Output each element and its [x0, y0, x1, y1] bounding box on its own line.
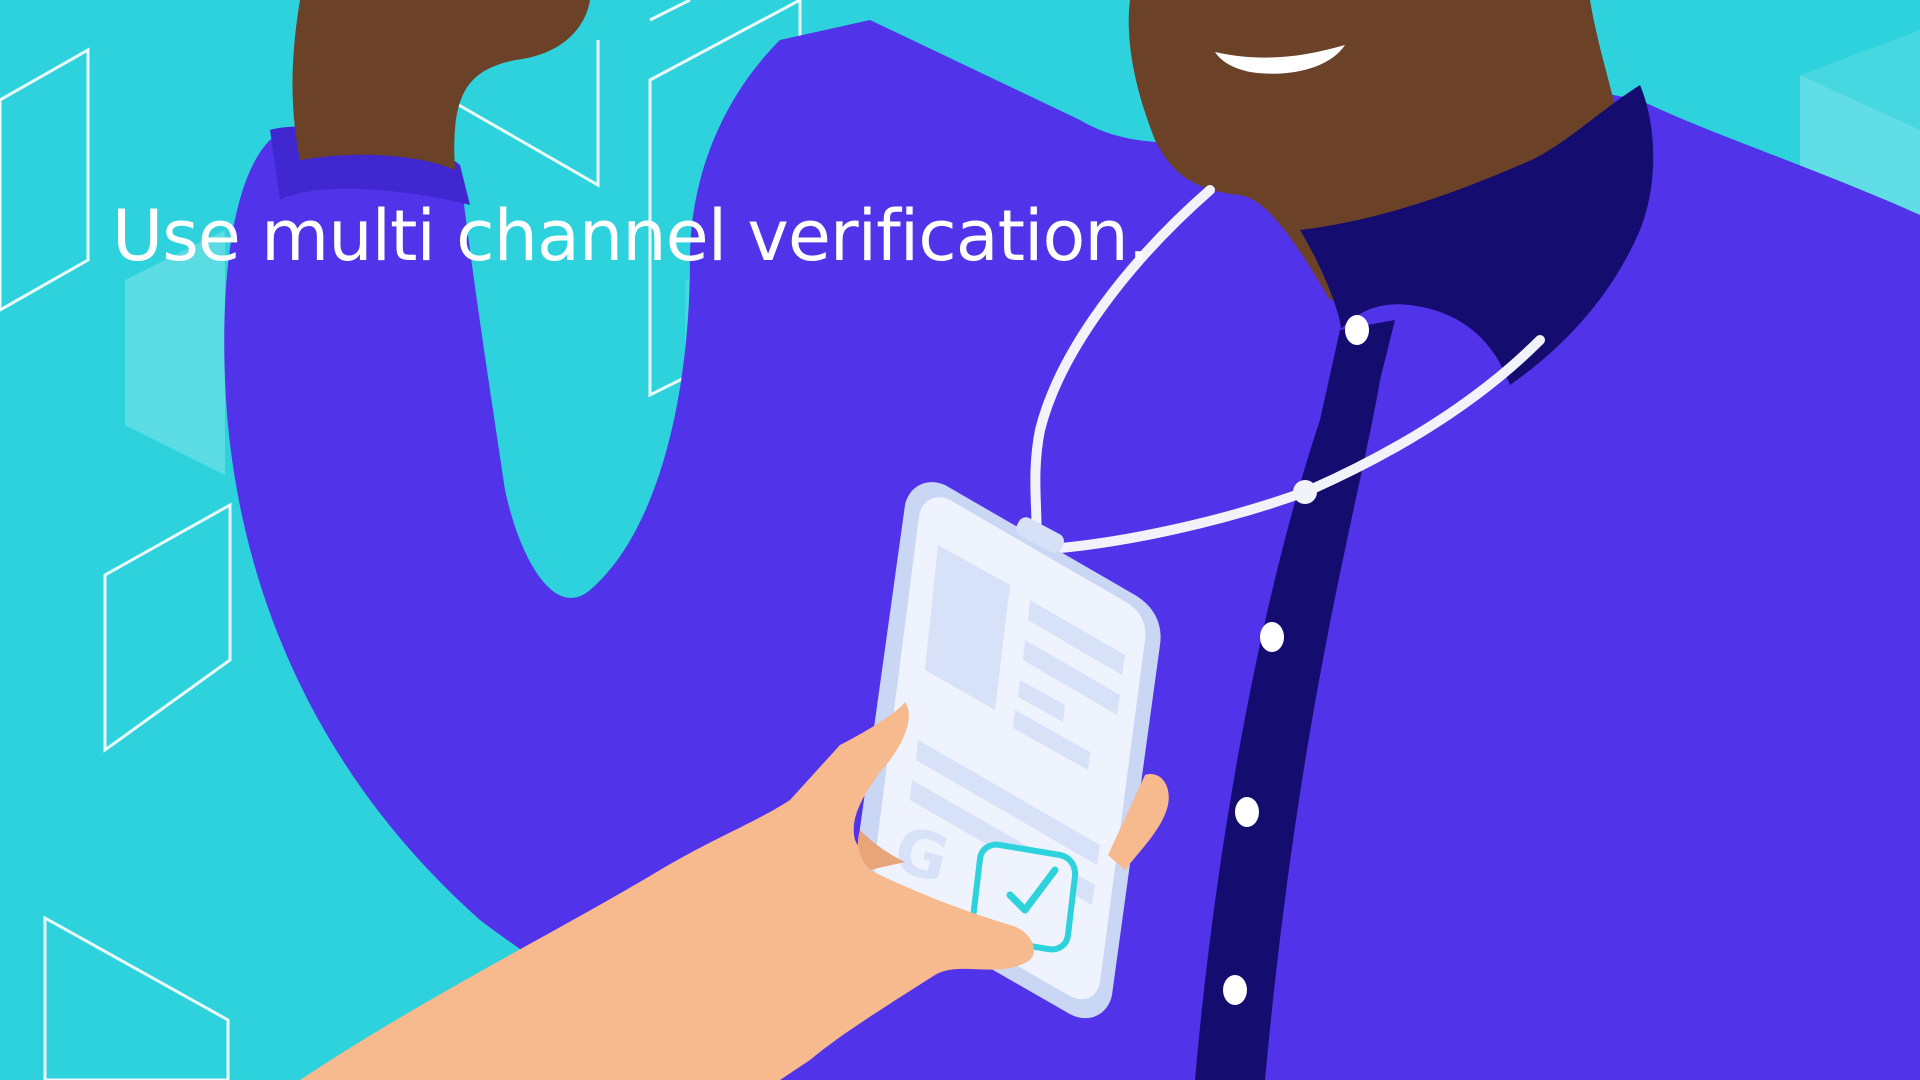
slide: G Use multi channel verification.	[0, 0, 1920, 1080]
lanyard-clip	[1293, 480, 1317, 504]
caption-text: Use multi channel verification.	[112, 195, 1150, 277]
verification-illustration: G	[0, 0, 1920, 1080]
